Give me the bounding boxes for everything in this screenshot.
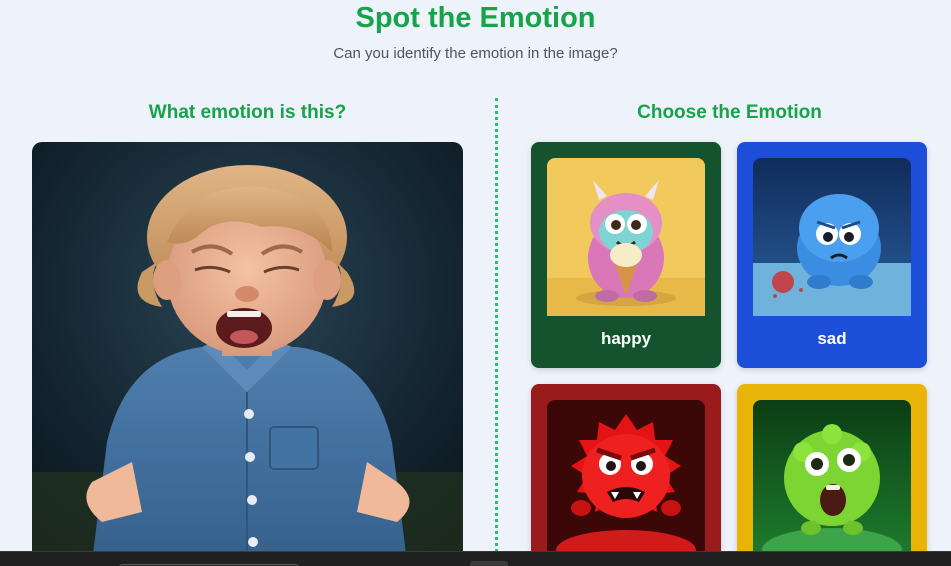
option-label-happy: happy xyxy=(600,329,652,348)
emotion-game-page: Spot the Emotion Can you identify the em… xyxy=(0,0,951,566)
question-heading: What emotion is this? xyxy=(148,102,347,123)
happy-monster-thumbnail xyxy=(547,158,705,316)
green-surprised-monster-icon xyxy=(753,400,911,558)
page-title: Spot the Emotion xyxy=(355,2,596,34)
option-card-angry[interactable] xyxy=(531,384,721,566)
crying-toddler-image xyxy=(32,142,463,562)
pink-monster-ice-cream-icon xyxy=(547,158,705,316)
choices-heading: Choose the Emotion xyxy=(637,102,822,123)
emotion-photo xyxy=(32,142,463,562)
page-subtitle: Can you identify the emotion in the imag… xyxy=(333,45,618,62)
sad-monster-thumbnail xyxy=(753,158,911,316)
blue-sad-monster-icon xyxy=(753,158,911,316)
option-card-happy[interactable]: happy xyxy=(531,142,721,368)
option-label-sad: sad xyxy=(817,329,847,348)
taskbar xyxy=(0,551,951,566)
panel-divider xyxy=(495,98,498,558)
surprised-monster-thumbnail xyxy=(753,400,911,558)
option-card-surprised[interactable] xyxy=(737,384,927,566)
angry-monster-thumbnail xyxy=(547,400,705,558)
taskbar-button[interactable] xyxy=(470,561,508,566)
red-angry-monster-icon xyxy=(547,400,705,558)
option-card-sad[interactable]: sad xyxy=(737,142,927,368)
